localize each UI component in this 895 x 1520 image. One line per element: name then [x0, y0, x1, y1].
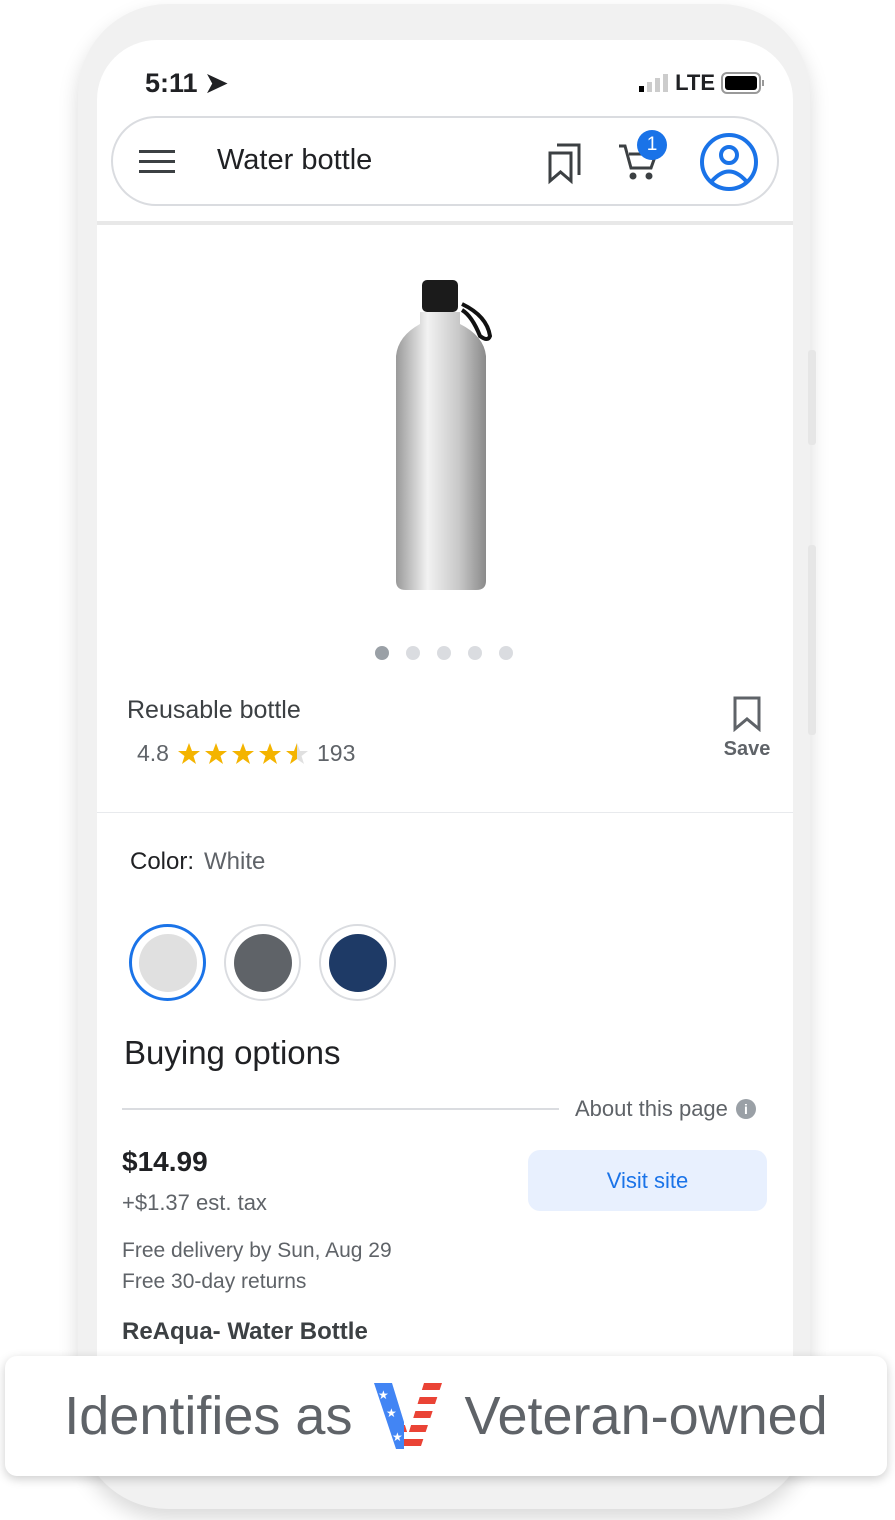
header-divider [97, 221, 793, 225]
swatch-white[interactable] [129, 924, 206, 1001]
svg-text:★: ★ [392, 1430, 403, 1444]
volume-button [808, 350, 816, 445]
carousel-dot[interactable] [499, 646, 513, 660]
save-button[interactable]: Save [717, 696, 777, 761]
account-avatar-icon[interactable] [699, 132, 759, 192]
product-image[interactable] [392, 276, 502, 596]
svg-text:★: ★ [378, 1388, 389, 1402]
star-rating-icon [177, 742, 308, 764]
phone-screen: 5:11 ➤ LTE Water bottle 1 Reusable bottl… [97, 40, 793, 1380]
carousel-dot[interactable] [375, 646, 389, 660]
status-indicators: LTE [639, 70, 765, 96]
image-carousel-dots [375, 646, 513, 660]
save-label: Save [723, 738, 771, 760]
status-time: 5:11 ➤ [145, 68, 228, 99]
network-label: LTE [675, 70, 715, 95]
buying-options-heading: Buying options [124, 1034, 341, 1071]
banner-prefix: Identifies as [64, 1386, 353, 1446]
veteran-v-flag-icon: ★ ★ ★ [374, 1383, 443, 1449]
about-this-page-link[interactable]: About this page i [575, 1096, 756, 1122]
time-text: 5:11 [145, 68, 198, 98]
divider [97, 812, 793, 813]
carousel-dot[interactable] [406, 646, 420, 660]
carousel-dot[interactable] [437, 646, 451, 660]
visit-site-button[interactable]: Visit site [528, 1150, 767, 1211]
side-button [808, 545, 816, 735]
cart-count-badge: 1 [637, 130, 667, 160]
carousel-dot[interactable] [468, 646, 482, 660]
search-bar[interactable]: Water bottle 1 [111, 116, 779, 206]
delivery-text: Free delivery by Sun, Aug 29 [122, 1239, 392, 1262]
battery-icon [721, 72, 764, 94]
banner-suffix: Veteran-owned [464, 1386, 828, 1446]
veteran-owned-banner: Identifies as ★ ★ ★ Veteran-owned [5, 1356, 887, 1476]
divider [122, 1108, 559, 1110]
tax: +$1.37 est. tax [122, 1190, 267, 1215]
signal-icon [639, 74, 669, 92]
color-value: White [204, 848, 266, 875]
review-count[interactable]: 193 [317, 740, 355, 767]
location-arrow-icon: ➤ [205, 68, 228, 98]
price: $14.99 [122, 1146, 208, 1177]
seller-name[interactable]: ReAqua- Water Bottle [122, 1318, 368, 1346]
color-label: Color: White [130, 848, 265, 876]
product-title: Reusable bottle [127, 696, 301, 724]
cart-button[interactable]: 1 [617, 130, 667, 187]
rating-row: 4.8 193 [137, 740, 355, 767]
svg-text:★: ★ [386, 1406, 397, 1420]
menu-icon[interactable] [139, 149, 175, 175]
shipping-info: Free delivery by Sun, Aug 29 Free 30-day … [122, 1235, 392, 1297]
swatch-gray[interactable] [224, 924, 301, 1001]
color-swatches [129, 924, 396, 1001]
swatch-navy[interactable] [319, 924, 396, 1001]
color-label-text: Color: [130, 848, 195, 875]
returns-text: Free 30-day returns [122, 1270, 307, 1293]
info-icon: i [735, 1099, 756, 1119]
rating-value: 4.8 [137, 740, 169, 766]
search-query[interactable]: Water bottle [217, 144, 372, 177]
bookmark-icon [733, 696, 761, 733]
saved-items-icon[interactable] [547, 141, 583, 185]
about-label: About this page [575, 1096, 728, 1121]
